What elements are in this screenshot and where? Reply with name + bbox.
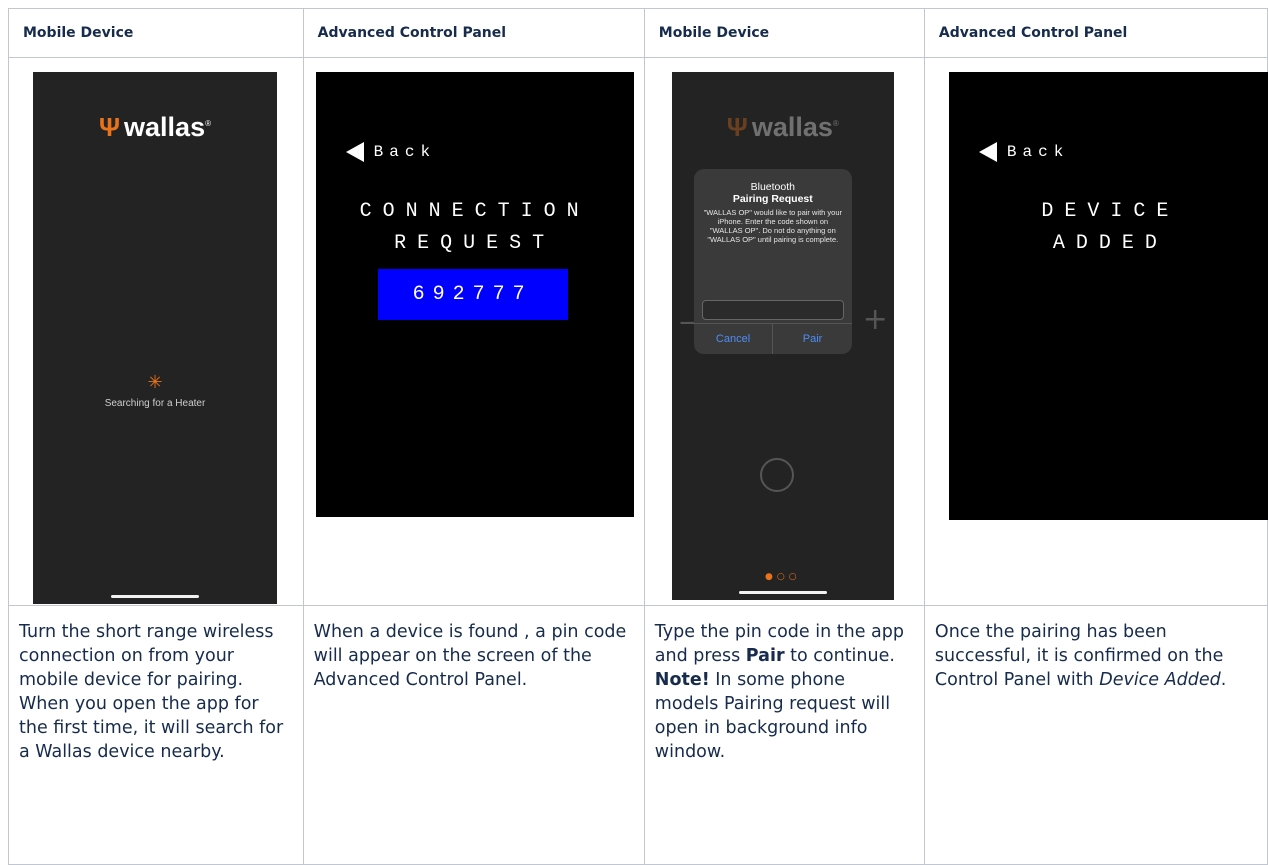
cell-panel-device-added: Back DEVICE ADDED — [923, 57, 1268, 606]
loading-spinner-icon: ✳ — [147, 372, 163, 393]
description-step-2: When a device is found , a pin code will… — [302, 605, 645, 865]
trident-icon: Ψ — [726, 112, 748, 142]
wallas-logo: Ψwallas® — [726, 112, 839, 142]
pin-input-field — [701, 300, 844, 320]
header-row: Mobile Device Advanced Control Panel Mob… — [8, 8, 1268, 58]
pair-button: Pair — [772, 324, 852, 354]
page-dots-indicator: ●○○ — [765, 572, 801, 582]
description-step-1: Turn the short range wireless connection… — [8, 605, 304, 865]
dialog-message: "WALLAS OP" would like to pair with your… — [703, 208, 843, 244]
phone-screenshot-pairing: Ψwallas® − + Bluetooth Pairing Request "… — [671, 72, 894, 600]
panel-screenshot-connection: Back CONNECTION REQUEST 692777 — [315, 72, 634, 517]
cell-screen-pairing: Ψwallas® − + Bluetooth Pairing Request "… — [643, 57, 925, 606]
back-arrow-icon — [978, 142, 997, 162]
panel-screenshot-device-added: Back DEVICE ADDED — [948, 72, 1268, 520]
header-mobile-device-1: Mobile Device — [8, 8, 304, 58]
home-indicator — [738, 591, 827, 594]
dialog-title: Bluetooth Pairing Request — [732, 181, 813, 205]
image-row: Ψwallas® ✳ Searching for a Heater Back C… — [8, 57, 1268, 606]
device-added-title: DEVICE ADDED — [1041, 200, 1180, 255]
phone-screenshot-searching: Ψwallas® ✳ Searching for a Heater — [33, 72, 277, 604]
back-arrow-icon — [345, 142, 364, 162]
description-step-4: Once the pairing has been successful, it… — [923, 605, 1268, 865]
back-button: Back — [345, 142, 436, 162]
plus-icon: + — [862, 302, 888, 337]
cell-screen-searching: Ψwallas® ✳ Searching for a Heater — [8, 57, 304, 606]
cell-panel-connection: Back CONNECTION REQUEST 692777 — [302, 57, 645, 606]
header-mobile-device-2: Mobile Device — [643, 8, 925, 58]
description-row: Turn the short range wireless connection… — [8, 605, 1268, 865]
home-indicator — [111, 595, 199, 598]
connection-request-title: CONNECTION REQUEST — [359, 200, 590, 255]
pin-code-display: 692777 — [377, 269, 568, 320]
power-icon — [759, 458, 794, 492]
searching-status: Searching for a Heater — [104, 398, 206, 409]
trident-icon: Ψ — [98, 112, 121, 142]
instruction-table: Mobile Device Advanced Control Panel Mob… — [8, 8, 1268, 865]
header-control-panel-1: Advanced Control Panel — [302, 8, 645, 58]
wallas-logo: Ψwallas® — [98, 112, 211, 142]
bluetooth-pairing-dialog: Bluetooth Pairing Request "WALLAS OP" wo… — [693, 169, 852, 354]
back-button: Back — [978, 142, 1069, 162]
description-step-3: Type the pin code in the app and press P… — [643, 605, 925, 865]
cancel-button: Cancel — [715, 333, 751, 345]
dialog-buttons: Cancel Pair — [693, 323, 852, 354]
header-control-panel-2: Advanced Control Panel — [923, 8, 1268, 58]
